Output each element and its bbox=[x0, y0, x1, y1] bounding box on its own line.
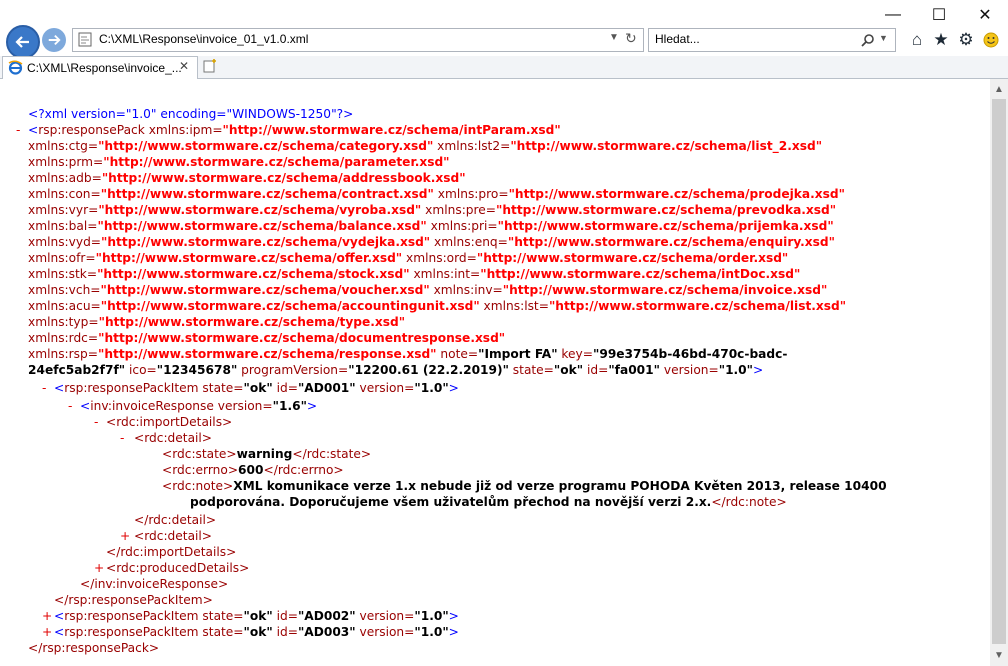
search-dropdown-icon[interactable]: ▼ bbox=[879, 33, 888, 43]
expand-toggle-item-ad003[interactable]: + bbox=[42, 624, 52, 640]
new-tab-button[interactable] bbox=[202, 58, 220, 76]
favorites-button[interactable]: ★ bbox=[930, 29, 952, 51]
expand-toggle-produceddetails[interactable]: + bbox=[94, 560, 104, 576]
tab-close-icon[interactable]: ✕ bbox=[179, 59, 189, 73]
xml-line: </rdc:importDetails> bbox=[106, 545, 237, 559]
xml-declaration: <?xml version="1.0" encoding="WINDOWS-12… bbox=[28, 107, 354, 121]
expand-toggle-detail[interactable]: + bbox=[120, 528, 130, 544]
gear-icon: ⚙ bbox=[958, 30, 974, 49]
xml-line: <rsp:responsePackItem state="ok" id="AD0… bbox=[54, 381, 459, 395]
home-button[interactable]: ⌂ bbox=[906, 29, 928, 51]
search-icon[interactable] bbox=[861, 33, 875, 47]
collapse-toggle-detail[interactable]: - bbox=[120, 430, 124, 446]
xml-line: podporována. Doporučujeme všem uživatelů… bbox=[190, 495, 787, 509]
xml-line: xmlns:con="http://www.stormware.cz/schem… bbox=[28, 187, 845, 201]
xml-line: <rdc:detail> bbox=[134, 529, 213, 543]
new-tab-icon bbox=[203, 59, 216, 73]
collapse-toggle-invoiceresponse[interactable]: - bbox=[68, 398, 72, 414]
xml-line: xmlns:vch="http://www.stormware.cz/schem… bbox=[28, 283, 828, 297]
address-text[interactable]: C:\XML\Response\invoice_01_v1.0.xml bbox=[99, 32, 308, 46]
xml-line: <rdc:note>XML komunikace verze 1.x nebud… bbox=[162, 479, 887, 493]
favorites-icon: ★ bbox=[933, 30, 949, 49]
collapse-toggle-importdetails[interactable]: - bbox=[94, 414, 98, 430]
xml-line: xmlns:acu="http://www.stormware.cz/schem… bbox=[28, 299, 847, 313]
vertical-scrollbar[interactable]: ▲ ▼ bbox=[990, 79, 1008, 666]
expand-toggle-item-ad002[interactable]: + bbox=[42, 608, 52, 624]
scroll-down-icon[interactable]: ▼ bbox=[990, 646, 1008, 664]
feedback-button[interactable] bbox=[980, 29, 1002, 51]
back-icon bbox=[15, 36, 29, 48]
xml-line: <rdc:detail> bbox=[134, 431, 213, 445]
xml-line: <rdc:producedDetails> bbox=[106, 561, 250, 575]
back-button[interactable] bbox=[6, 25, 40, 59]
xml-line: xmlns:rsp="http://www.stormware.cz/schem… bbox=[28, 347, 788, 361]
scroll-thumb[interactable] bbox=[992, 99, 1006, 644]
xml-line: <rsp:responsePackItem state="ok" id="AD0… bbox=[54, 625, 459, 639]
ie-icon bbox=[8, 60, 23, 75]
search-input[interactable]: Hledat... bbox=[655, 32, 700, 46]
xml-line: xmlns:bal="http://www.stormware.cz/schem… bbox=[28, 219, 834, 233]
xml-line: xmlns:stk="http://www.stormware.cz/schem… bbox=[28, 267, 801, 281]
xml-line: xmlns:ofr="http://www.stormware.cz/schem… bbox=[28, 251, 789, 265]
smiley-icon bbox=[983, 32, 999, 48]
page-icon bbox=[78, 32, 92, 47]
forward-button[interactable] bbox=[42, 28, 66, 52]
tag-name: inv:invoiceResponse bbox=[90, 399, 214, 413]
xml-line: xmlns:prm="http://www.stormware.cz/schem… bbox=[28, 155, 450, 169]
xml-line: <rsp:responsePack xmlns:ipm="http://www.… bbox=[28, 123, 561, 137]
xml-line: 24efc5ab2f7f" ico="12345678" programVers… bbox=[28, 363, 764, 377]
scroll-up-icon[interactable]: ▲ bbox=[990, 80, 1008, 98]
collapse-toggle-responsepack[interactable]: - bbox=[16, 122, 20, 138]
collapse-toggle-item-ad001[interactable]: - bbox=[42, 380, 46, 396]
xml-line: xmlns:vyr="http://www.stormware.cz/schem… bbox=[28, 203, 837, 217]
tab-label[interactable]: C:\XML\Response\invoice_... bbox=[27, 61, 182, 75]
xml-line: <inv:invoiceResponse version="1.6"> bbox=[80, 399, 318, 413]
xml-line: xmlns:adb="http://www.stormware.cz/schem… bbox=[28, 171, 466, 185]
tab-current[interactable]: C:\XML\Response\invoice_... ✕ bbox=[2, 56, 198, 79]
xml-line: <rsp:responsePackItem state="ok" id="AD0… bbox=[54, 609, 459, 623]
xml-line: xmlns:typ="http://www.stormware.cz/schem… bbox=[28, 315, 406, 329]
xml-line: <rdc:errno>600</rdc:errno> bbox=[162, 463, 344, 477]
xml-line: xmlns:rdc="http://www.stormware.cz/schem… bbox=[28, 331, 506, 345]
xml-line: xmlns:ctg="http://www.stormware.cz/schem… bbox=[28, 139, 823, 153]
settings-button[interactable]: ⚙ bbox=[955, 29, 977, 51]
xml-line: xmlns:vyd="http://www.stormware.cz/schem… bbox=[28, 235, 835, 249]
home-icon: ⌂ bbox=[911, 30, 923, 49]
xml-line: </inv:invoiceResponse> bbox=[80, 577, 229, 591]
xml-line: </rdc:detail> bbox=[134, 513, 217, 527]
forward-icon bbox=[48, 34, 61, 46]
tag-name: rsp:responsePackItem bbox=[64, 381, 199, 395]
xml-line: <rdc:importDetails> bbox=[106, 415, 233, 429]
search-box[interactable]: Hledat... ▼ bbox=[648, 28, 896, 52]
dropdown-icon[interactable]: ▼ bbox=[609, 32, 619, 43]
address-bar[interactable]: C:\XML\Response\invoice_01_v1.0.xml ▼ ↻ bbox=[72, 28, 644, 52]
xml-line: </rsp:responsePack> bbox=[28, 641, 160, 655]
xml-line: </rsp:responsePackItem> bbox=[54, 593, 213, 607]
tag-name: rsp:responsePack bbox=[38, 123, 145, 137]
xml-line: <rdc:state>warning</rdc:state> bbox=[162, 447, 372, 461]
refresh-icon[interactable]: ↻ bbox=[625, 30, 637, 47]
